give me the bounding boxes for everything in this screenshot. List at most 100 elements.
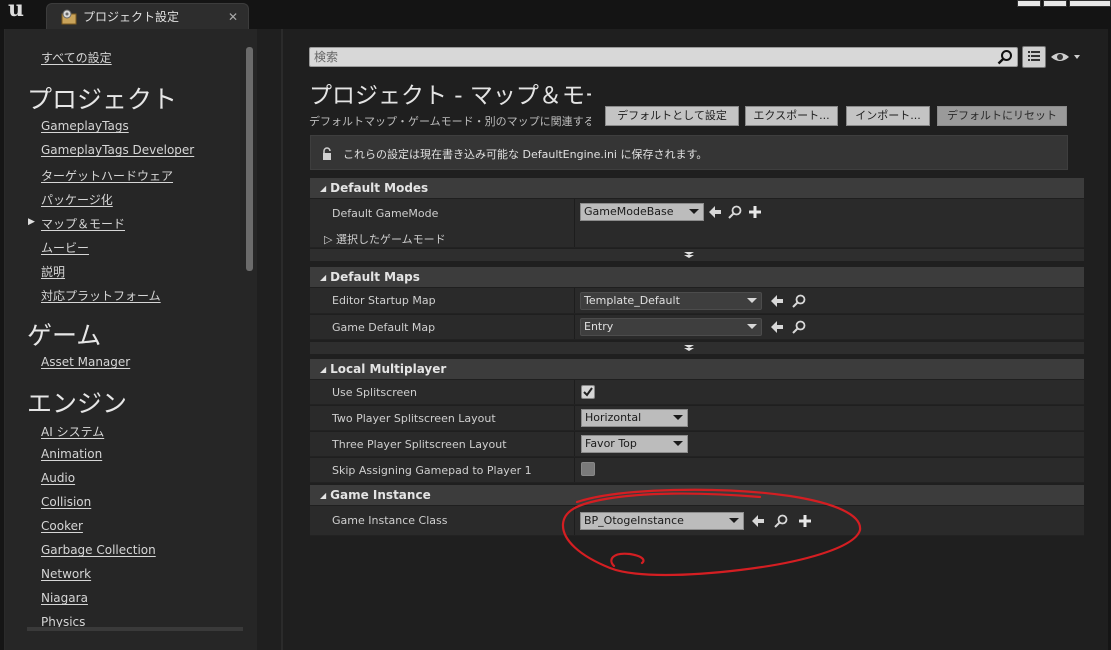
- sidebar-item-ai-system[interactable]: AI システム: [41, 423, 104, 440]
- editor-startup-map-dropdown[interactable]: Template_Default: [580, 292, 762, 310]
- sidebar-item-collision[interactable]: Collision: [41, 495, 91, 509]
- property-label: Game Default Map: [332, 321, 436, 334]
- close-button[interactable]: [1069, 0, 1111, 7]
- property-row-use-splitscreen: Use Splitscreen: [310, 380, 1084, 405]
- selected-item-marker-icon: ▶: [28, 217, 35, 227]
- skip-gamepad-checkbox[interactable]: [581, 462, 595, 476]
- arrow-left-icon[interactable]: [708, 205, 722, 219]
- sidebar-item-movies[interactable]: ムービー: [41, 239, 89, 256]
- magnifier-icon[interactable]: [792, 294, 806, 308]
- column-divider[interactable]: [574, 315, 575, 339]
- settings-window: すべての設定 プロジェクト GameplayTags GameplayTags …: [4, 29, 1108, 650]
- settings-tab-icon: [61, 9, 77, 24]
- plus-icon[interactable]: [798, 514, 812, 528]
- category-title: Local Multiplayer: [330, 362, 447, 376]
- sidebar-item-packaging[interactable]: パッケージ化: [41, 191, 113, 208]
- arrow-left-icon[interactable]: [751, 514, 765, 528]
- config-file-notice: これらの設定は現在書き込み可能な DefaultEngine.ini に保存され…: [310, 135, 1068, 170]
- property-label: Three Player Splitscreen Layout: [332, 438, 507, 451]
- collapse-arrow-icon: ◢: [320, 184, 327, 193]
- plus-icon[interactable]: [748, 205, 762, 219]
- sidebar-item-supported-platforms[interactable]: 対応プラットフォーム: [41, 287, 161, 304]
- expand-arrow-icon: ▷: [324, 233, 336, 246]
- chevron-down-icon: [673, 415, 683, 420]
- sidebar-item-all-settings[interactable]: すべての設定: [41, 49, 112, 66]
- category-title: Default Maps: [330, 270, 420, 284]
- sidebar-item-gameplaytags-developer[interactable]: GameplayTags Developer: [41, 143, 194, 157]
- panel-splitter[interactable]: [281, 29, 283, 650]
- property-row-skip-gamepad: Skip Assigning Gamepad to Player 1: [310, 458, 1084, 483]
- dropdown-value: BP_OtogeInstance: [584, 514, 684, 527]
- export-button[interactable]: エクスポート...: [745, 106, 838, 126]
- sidebar-scrollbar[interactable]: [246, 47, 253, 271]
- checkmark-icon: [583, 387, 593, 397]
- sidebar-section-project: プロジェクト: [27, 85, 178, 114]
- search-box: [309, 47, 1018, 67]
- tab-project-settings[interactable]: プロジェクト設定 ✕: [46, 3, 249, 29]
- advanced-expander-default-modes[interactable]: [310, 249, 1084, 261]
- default-gamemode-dropdown[interactable]: GameModeBase: [580, 203, 704, 221]
- magnifier-icon[interactable]: [774, 514, 788, 528]
- column-divider[interactable]: [574, 506, 575, 535]
- settings-sidebar: すべての設定 プロジェクト GameplayTags GameplayTags …: [5, 29, 257, 650]
- visibility-options-button[interactable]: [1050, 49, 1082, 65]
- use-splitscreen-checkbox[interactable]: [581, 385, 595, 399]
- notice-text: これらの設定は現在書き込み可能な DefaultEngine.ini に保存され…: [343, 148, 708, 161]
- property-label: Default GameMode: [332, 207, 439, 220]
- column-divider[interactable]: [574, 458, 575, 482]
- chevron-down-icon: [673, 441, 683, 446]
- property-row-two-player-layout: Two Player Splitscreen Layout Horizontal: [310, 406, 1084, 431]
- category-default-maps[interactable]: ◢ Default Maps: [310, 267, 1084, 287]
- chevron-down-icon: [729, 518, 739, 523]
- chevron-down-icon: [689, 209, 699, 214]
- column-divider[interactable]: [574, 432, 575, 456]
- column-divider[interactable]: [574, 380, 575, 404]
- import-button[interactable]: インポート...: [846, 106, 930, 126]
- expand-selected-gamemode[interactable]: ▷ 選択したゲームモード: [324, 231, 446, 247]
- lock-icon: [323, 147, 331, 160]
- category-game-instance[interactable]: ◢ Game Instance: [310, 485, 1084, 505]
- property-row-editor-startup-map: Editor Startup Map Template_Default: [310, 288, 1084, 314]
- sidebar-item-description[interactable]: 説明: [41, 263, 65, 280]
- view-options-list-button[interactable]: [1022, 46, 1046, 68]
- property-label: 選択したゲームモード: [335, 233, 446, 246]
- game-default-map-dropdown[interactable]: Entry: [580, 318, 762, 336]
- sidebar-item-niagara[interactable]: Niagara: [41, 591, 88, 605]
- category-default-modes[interactable]: ◢ Default Modes: [310, 178, 1084, 198]
- sidebar-item-maps-and-modes[interactable]: マップ＆モード: [41, 215, 125, 232]
- reset-to-defaults-button[interactable]: デフォルトにリセット: [937, 106, 1067, 126]
- sidebar-item-asset-manager[interactable]: Asset Manager: [41, 355, 130, 369]
- sidebar-item-cooker[interactable]: Cooker: [41, 519, 83, 533]
- arrow-left-icon[interactable]: [770, 320, 784, 334]
- maximize-button[interactable]: [1043, 0, 1067, 7]
- category-title: Game Instance: [330, 488, 431, 502]
- double-chevron-down-icon: [684, 252, 694, 258]
- list-view-icon: [1028, 51, 1040, 61]
- search-input[interactable]: [314, 49, 984, 65]
- sidebar-item-target-hardware[interactable]: ターゲットハードウェア: [41, 167, 173, 184]
- sidebar-horizontal-scrollbar[interactable]: [27, 627, 243, 631]
- two-player-layout-dropdown[interactable]: Horizontal: [581, 409, 688, 427]
- sidebar-item-network[interactable]: Network: [41, 567, 91, 581]
- magnifier-icon[interactable]: [728, 205, 742, 219]
- category-title: Default Modes: [330, 181, 429, 195]
- dropdown-value: GameModeBase: [584, 205, 674, 218]
- arrow-left-icon[interactable]: [770, 294, 784, 308]
- sidebar-item-gameplaytags[interactable]: GameplayTags: [41, 119, 129, 133]
- sidebar-item-audio[interactable]: Audio: [41, 471, 75, 485]
- magnifier-icon[interactable]: [792, 320, 806, 334]
- game-instance-class-dropdown[interactable]: BP_OtogeInstance: [580, 512, 744, 530]
- column-divider[interactable]: [574, 288, 575, 313]
- column-divider[interactable]: [574, 199, 575, 247]
- set-as-default-button[interactable]: デフォルトとして設定: [605, 106, 739, 126]
- three-player-layout-dropdown[interactable]: Favor Top: [581, 435, 688, 453]
- tab-close-icon[interactable]: ✕: [224, 8, 242, 26]
- column-divider[interactable]: [574, 406, 575, 430]
- advanced-expander-default-maps[interactable]: [310, 342, 1084, 354]
- search-icon[interactable]: [997, 49, 1013, 65]
- minimize-button[interactable]: [1017, 0, 1041, 7]
- category-local-multiplayer[interactable]: ◢ Local Multiplayer: [310, 359, 1084, 379]
- sidebar-item-garbage-collection[interactable]: Garbage Collection: [41, 543, 156, 557]
- sidebar-item-animation[interactable]: Animation: [41, 447, 102, 461]
- collapse-arrow-icon: ◢: [320, 491, 327, 500]
